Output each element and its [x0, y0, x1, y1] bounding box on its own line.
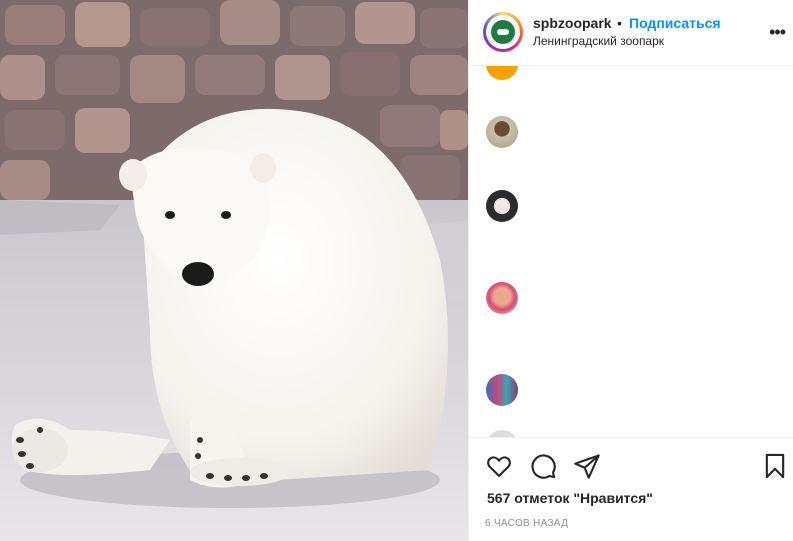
send-icon[interactable] — [573, 452, 601, 480]
commenter-avatar-6[interactable] — [486, 430, 518, 437]
post-actions: 567 отметок "Нравится" 6 ЧАСОВ НАЗАД — [469, 437, 793, 541]
polar-bear-photo — [0, 0, 468, 541]
heart-icon[interactable] — [485, 452, 513, 480]
profile-avatar[interactable] — [483, 12, 523, 52]
post-timestamp[interactable]: 6 ЧАСОВ НАЗАД — [485, 518, 568, 529]
location-link[interactable]: Ленинградский зоопарк — [533, 34, 664, 48]
post-header: spbzoopark • Подписаться Ленинградский з… — [469, 0, 793, 66]
separator-dot: • — [617, 15, 622, 31]
post-sidebar: spbzoopark • Подписаться Ленинградский з… — [468, 0, 793, 541]
bookmark-icon[interactable] — [761, 452, 789, 480]
username-link[interactable]: spbzoopark — [533, 15, 612, 31]
follow-button[interactable]: Подписаться — [629, 15, 721, 31]
comment-icon[interactable] — [529, 452, 557, 480]
commenter-avatar-1[interactable] — [486, 66, 518, 80]
commenter-avatar-4[interactable] — [486, 282, 518, 314]
commenter-avatar-5[interactable] — [486, 374, 518, 406]
ellipsis-icon[interactable]: ••• — [769, 22, 786, 43]
zoo-logo-icon — [491, 20, 515, 44]
comments-list — [469, 66, 793, 437]
post-image[interactable] — [0, 0, 468, 541]
commenter-avatar-2[interactable] — [486, 116, 518, 148]
avatar-border — [486, 15, 520, 49]
likes-count[interactable]: 567 отметок "Нравится" — [487, 490, 653, 506]
commenter-avatar-3[interactable] — [486, 190, 518, 222]
